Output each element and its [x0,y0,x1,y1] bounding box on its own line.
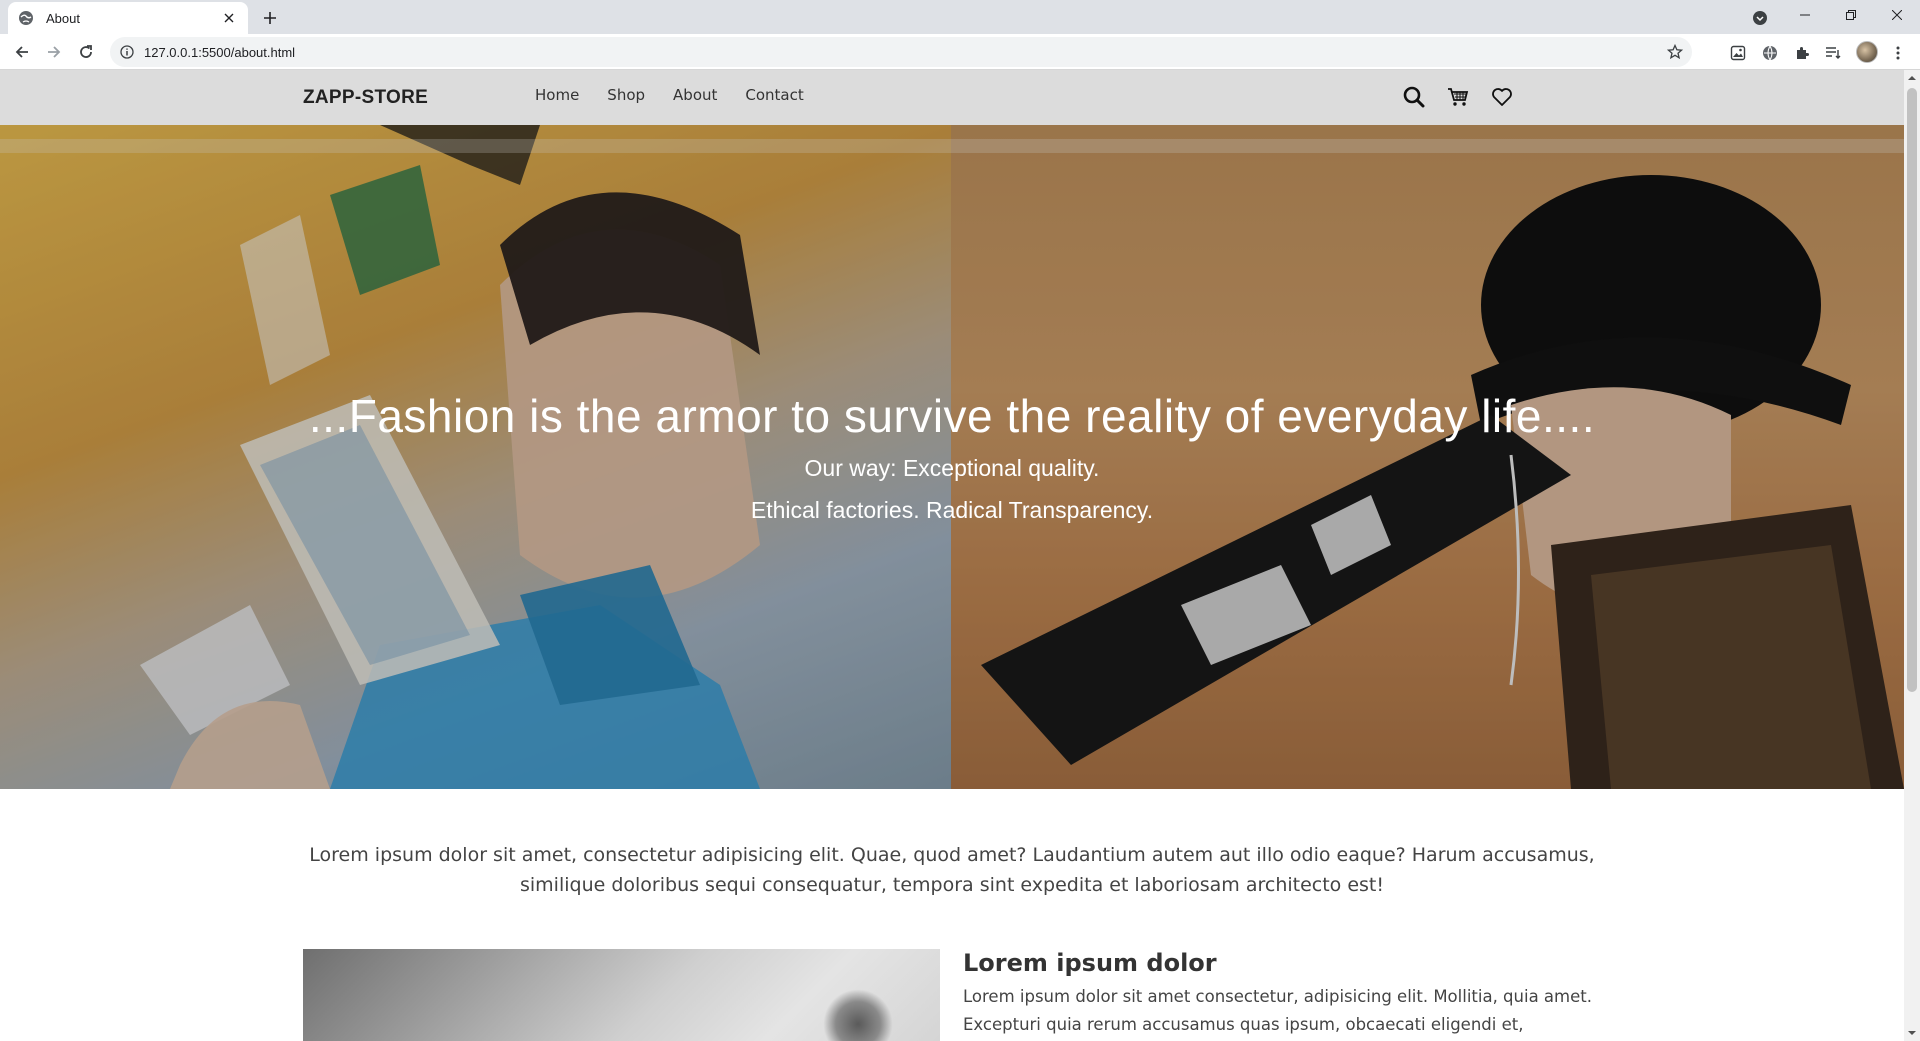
globe-extension-icon[interactable] [1759,42,1781,64]
hero-subtitle-2: Ethical factories. Radical Transparency. [750,497,1154,523]
profile-avatar[interactable] [1856,41,1878,63]
url-text: 127.0.0.1:5500/about.html [144,44,296,60]
tab-search-icon[interactable] [1748,6,1772,30]
feature-title: Lorem ipsum dolor [963,949,1217,977]
tab-title: About [46,10,80,26]
feature-image-detail [823,989,893,1041]
nav-shop[interactable]: Shop [607,86,645,104]
intro-paragraph: Lorem ipsum dolor sit amet, consectetur … [309,844,1595,896]
puzzle-extensions-icon[interactable] [1791,42,1813,64]
close-tab-icon[interactable] [220,9,238,27]
site-info-icon[interactable] [118,43,136,61]
brand-logo[interactable]: ZAPP-STORE [303,87,428,109]
scrollbar-thumb[interactable] [1907,88,1917,692]
globe-icon [18,10,34,26]
cart-icon[interactable] [1446,85,1470,109]
browser-tabstrip: About [0,0,1920,34]
new-tab-button[interactable] [258,6,282,30]
search-icon[interactable] [1402,85,1426,109]
browser-tab-about[interactable]: About [8,2,248,34]
heart-icon[interactable] [1490,85,1514,109]
nav-contact[interactable]: Contact [745,86,803,104]
main-nav: Home Shop About Contact [535,86,804,104]
site-header: ZAPP-STORE Home Shop About Contact [0,70,1904,125]
hero-subtitle-1: Our way: Exceptional quality. [804,455,1100,481]
browser-menu-icon[interactable] [1887,42,1909,64]
hero-banner: ...Fashion is the armor to survive the r… [0,125,1904,789]
feature-text: Lorem ipsum dolor sit amet consectetur, … [963,987,1592,1034]
close-window-button[interactable] [1874,0,1920,30]
restore-button[interactable] [1828,0,1874,30]
bookmark-star-icon[interactable] [1666,43,1684,61]
window-controls [1782,0,1920,30]
back-arrow-icon[interactable] [8,38,36,66]
feature-image [303,949,940,1041]
reading-list-icon[interactable] [1822,42,1844,64]
nav-home[interactable]: Home [535,86,579,104]
reload-icon[interactable] [72,38,100,66]
header-icons [1402,85,1514,109]
browser-toolbar: 127.0.0.1:5500/about.html [0,34,1920,70]
address-bar[interactable]: 127.0.0.1:5500/about.html [110,37,1692,67]
nav-about[interactable]: About [673,86,717,104]
hero-quote: ...Fashion is the armor to survive the r… [308,390,1596,442]
page-scrollbar[interactable] [1904,70,1920,1041]
scroll-down-arrow-icon[interactable] [1908,1029,1916,1037]
page-viewport: ZAPP-STORE Home Shop About Contact ...Fa… [0,70,1904,1041]
image-extension-icon[interactable] [1727,42,1749,64]
scroll-up-arrow-icon[interactable] [1908,74,1916,82]
forward-arrow-icon[interactable] [40,38,68,66]
minimize-button[interactable] [1782,0,1828,30]
